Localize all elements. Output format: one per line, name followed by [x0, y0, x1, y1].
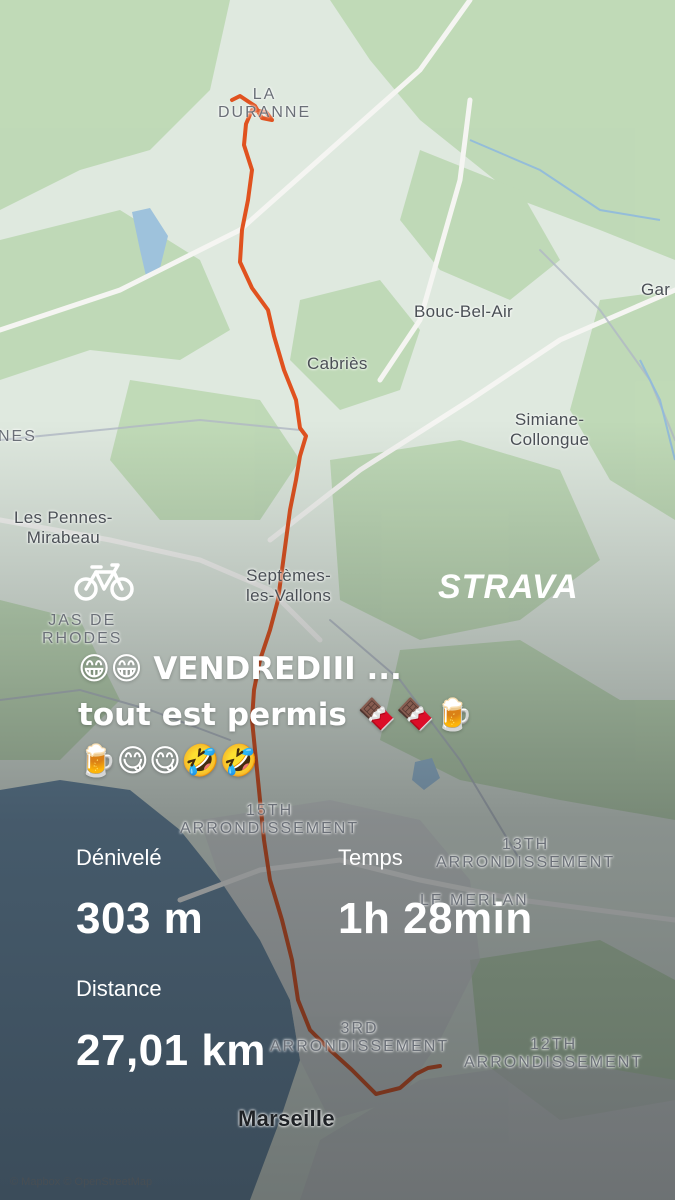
- time-value: 1h 28min: [338, 894, 533, 943]
- map-label-marseille: Marseille: [238, 1106, 335, 1131]
- map-label-3rd-arrondissement: 3RD ARRONDISSEMENT: [270, 1020, 450, 1055]
- map-label-jas-de-rhodes: JAS DE RHODES: [42, 612, 123, 647]
- map-label-bouc-bel-air: Bouc-Bel-Air: [414, 302, 514, 321]
- map-label-la-duranne: LA DURANNE: [218, 86, 312, 121]
- map-label-les-pennes-mirabeau: Les Pennes- Mirabeau: [14, 508, 113, 547]
- strava-logo: STRAVA: [438, 568, 579, 606]
- distance-label: Distance: [76, 976, 162, 1001]
- map-label-gar: Gar: [641, 280, 671, 299]
- map-label-septemes-les-vallons: Septèmes- les-Vallons: [246, 566, 332, 605]
- distance-value: 27,01 km: [76, 1026, 266, 1075]
- map-attribution: © Mapbox © OpenStreetMap: [10, 1176, 153, 1188]
- map-label-simiane-collongue: Simiane- Collongue: [510, 410, 590, 449]
- map-label-cabries: Cabriès: [307, 354, 368, 373]
- time-label: Temps: [338, 845, 403, 870]
- bike-icon: [74, 563, 134, 601]
- elevation-value: 303 m: [76, 894, 204, 943]
- map-label-15th-arrondissement: 15TH ARRONDISSEMENT: [180, 802, 360, 837]
- map-label-12th-arrondissement: 12TH ARRONDISSEMENT: [464, 1036, 644, 1071]
- elevation-label: Dénivelé: [76, 845, 162, 870]
- activity-title: 😁😁 VENDREDIII ... tout est permis 🍫🍫🍺 🍺😋…: [78, 651, 474, 779]
- map-label-nes: NES: [0, 428, 37, 445]
- map-label-13th-arrondissement: 13TH ARRONDISSEMENT: [436, 836, 616, 871]
